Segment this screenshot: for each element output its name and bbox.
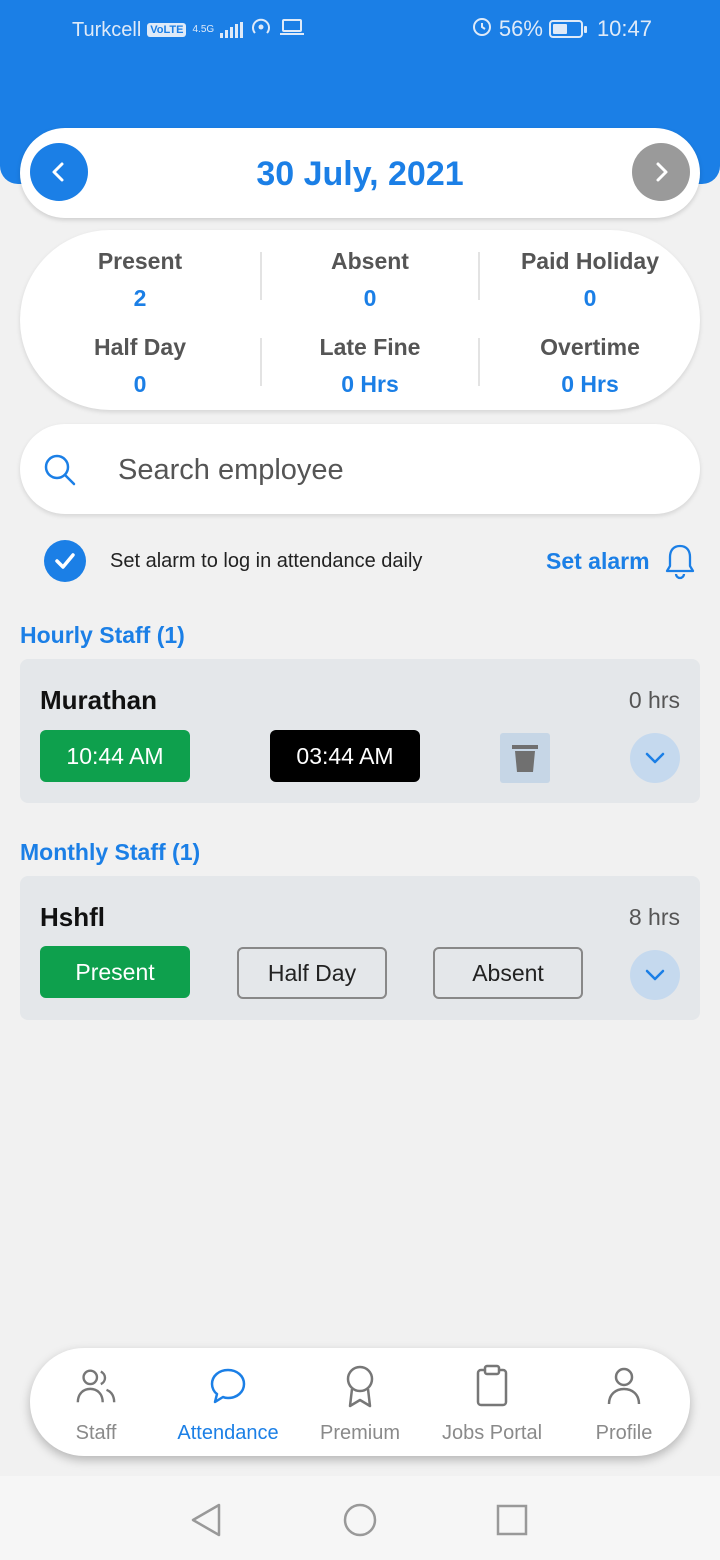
hourly-staff-heading: Hourly Staff (1) [20,622,185,648]
nav-label: Staff [75,1422,117,1444]
summary-value: 0 [133,371,147,397]
search-input[interactable] [118,450,678,490]
staff-icon [74,1364,118,1408]
staff-hours: 0 hrs [628,687,680,713]
profile-icon [602,1364,646,1408]
status-left: Turkcell VoLTE 4.5G [72,16,305,44]
summary-late-fine: Late Fine 0 Hrs [260,334,480,397]
clipboard-icon [470,1364,514,1408]
summary-overtime: Overtime 0 Hrs [480,334,700,404]
expand-button[interactable] [630,733,680,783]
staff-hours: 8 hrs [628,904,680,930]
summary-label: Paid Holiday [520,248,660,274]
nav-label: Jobs Portal [441,1422,543,1444]
nav-item-profile[interactable]: Profile [558,1348,690,1456]
staff-name: Murathan [40,685,157,715]
search-bar [20,424,700,514]
back-icon[interactable] [186,1500,226,1540]
nav-label: Attendance [177,1422,279,1444]
home-icon[interactable] [340,1500,380,1540]
punch-out-time-button[interactable]: 03:44 AM [270,730,420,782]
summary-label: Late Fine [319,334,421,360]
volte-badge: VoLTE [147,23,187,37]
alarm-clock-icon [471,15,493,43]
next-date-button[interactable] [632,143,690,201]
monthly-staff-card: Hshfl 8 hrs Present Half Day Absent [20,876,700,1020]
monthly-staff-heading: Monthly Staff (1) [20,839,201,865]
bottom-navigation: Staff Attendance Premium Jobs Portal Pro… [30,1348,690,1456]
chevron-right-icon [656,162,668,182]
award-icon [338,1364,382,1408]
staff-name: Hshfl [40,902,105,932]
summary-label: Overtime [540,334,640,360]
summary-value: 0 Hrs [561,371,619,397]
alarm-checkbox[interactable] [44,540,86,582]
summary-row: Present 2 Absent 0 Paid Holiday 0 [20,248,700,318]
battery-percent: 56% [498,16,543,41]
nav-label: Premium [319,1422,400,1444]
summary-label: Absent [331,248,409,274]
summary-row: Half Day 0 Late Fine 0 Hrs Overtime 0 Hr… [20,334,700,404]
hourly-staff-card: Murathan 0 hrs 10:44 AM 03:44 AM [20,659,700,803]
trash-icon [512,745,538,772]
attendance-summary: Present 2 Absent 0 Paid Holiday 0 Half D… [20,230,700,410]
delete-button[interactable] [500,733,550,783]
recents-icon[interactable] [492,1500,532,1540]
summary-present: Present 2 [20,248,260,318]
summary-value: 0 Hrs [341,371,399,397]
check-icon [55,553,75,569]
laptop-icon [279,17,305,43]
absent-button[interactable]: Absent [433,947,583,999]
present-button[interactable]: Present [40,946,190,998]
search-icon [42,452,78,493]
current-date: 30 July, 2021 [256,155,464,193]
carrier-name: Turkcell [72,18,142,41]
summary-label: Half Day [93,334,187,360]
half-day-button[interactable]: Half Day [237,947,387,999]
nav-item-jobs-portal[interactable]: Jobs Portal [426,1348,558,1456]
nav-item-attendance[interactable]: Attendance [162,1348,294,1456]
punch-in-time-button[interactable]: 10:44 AM [40,730,190,782]
bell-icon[interactable] [664,542,696,585]
system-navigation-bar [0,1476,720,1560]
alarm-description: Set alarm to log in attendance daily [110,550,423,572]
network-type: 4.5G [192,24,215,35]
summary-value: 2 [133,285,147,311]
date-selector: 30 July, 2021 [20,128,700,218]
summary-value: 0 [583,285,597,311]
hotspot-icon [249,16,273,44]
summary-absent: Absent 0 [260,248,480,311]
nav-item-premium[interactable]: Premium [294,1348,426,1456]
status-right: 56% 10:47 [471,15,652,43]
status-bar: Turkcell VoLTE 4.5G 56% 10:47 [0,0,720,56]
chat-icon [206,1364,250,1408]
chevron-down-icon [645,752,665,764]
nav-item-staff[interactable]: Staff [30,1348,162,1456]
clock-time: 10:47 [596,16,652,41]
summary-label: Present [97,248,183,274]
summary-half-day: Half Day 0 [20,334,260,404]
chevron-down-icon [645,969,665,981]
battery-icon [548,20,587,38]
nav-label: Profile [595,1422,653,1444]
summary-value: 0 [363,285,377,311]
expand-button[interactable] [630,950,680,1000]
signal-icon [220,22,244,38]
set-alarm-link[interactable]: Set alarm [546,548,650,575]
summary-paid-holiday: Paid Holiday 0 [480,248,700,318]
